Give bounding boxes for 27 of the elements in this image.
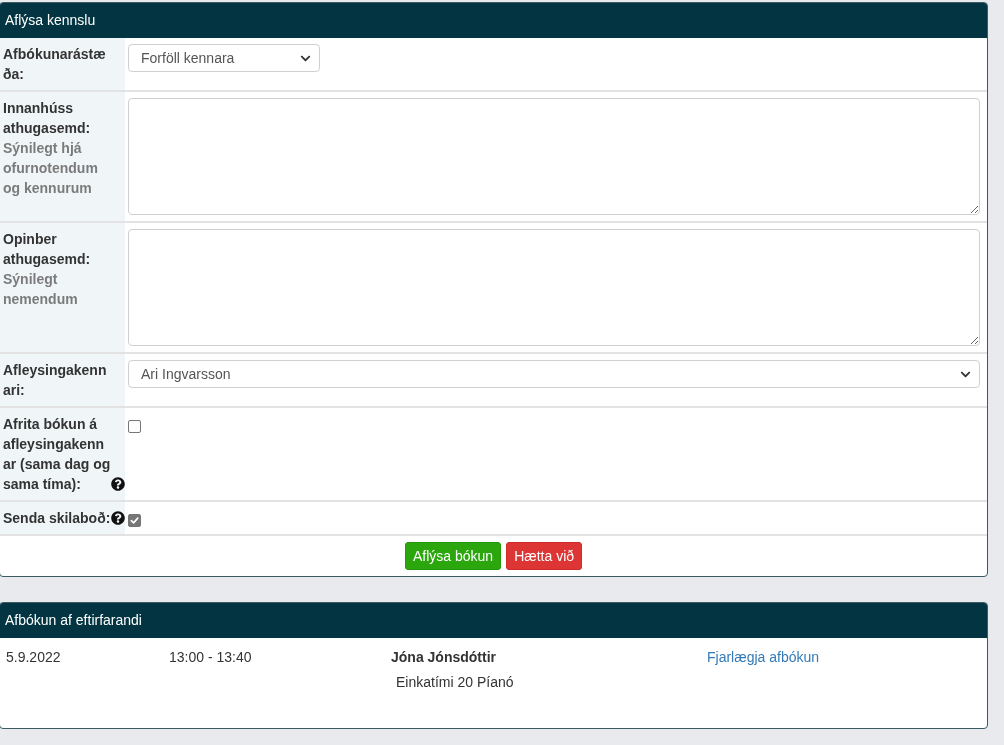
dropdown-value: Forföll kennara	[141, 49, 235, 68]
help-icon[interactable]	[111, 477, 125, 491]
booking-time: 13:00 - 13:40	[169, 648, 252, 667]
checkbox[interactable]	[128, 514, 141, 527]
panel-title: Aflýsa kennslu	[5, 11, 96, 30]
field-label: Innanhúss athugasemd:	[3, 99, 92, 138]
dropdown[interactable]: Ari Ingvarsson	[128, 360, 980, 388]
abort-button[interactable]: Hætta við	[506, 542, 583, 570]
booking-date: 5.9.2022	[6, 648, 61, 667]
lesson-name: Einkatími 20 Píanó	[395, 673, 514, 692]
remove-cancellation-link[interactable]: Fjarlægja afbókun	[707, 647, 820, 667]
dropdown[interactable]: Forföll kennara	[128, 44, 320, 72]
field-hint: Sýnilegt hjá ofurnotendum og kennurum	[3, 139, 99, 198]
field-label: Afbókunarástæða:	[3, 45, 107, 84]
student-name: Jóna Jónsdóttir	[391, 648, 496, 667]
comment-field[interactable]	[128, 229, 980, 346]
dropdown-value: Ari Ingvarsson	[141, 365, 231, 384]
field-label: Senda skilaboð:	[3, 509, 111, 528]
panel-title: Afbókun af eftirfarandi	[5, 611, 142, 630]
field-label: Afleysingakennari:	[3, 361, 108, 400]
help-icon[interactable]	[111, 511, 125, 525]
cancel-booking-button[interactable]: Aflýsa bókun	[404, 542, 502, 570]
field-hint: Sýnilegt nemendum	[3, 270, 79, 309]
checkbox[interactable]	[128, 420, 141, 433]
field-label: Opinber athugasemd:	[3, 230, 92, 269]
comment-field[interactable]	[128, 98, 980, 215]
field-label: Afrita bókun á afleysingakennar (sama dag og sama tíma):	[3, 415, 111, 494]
